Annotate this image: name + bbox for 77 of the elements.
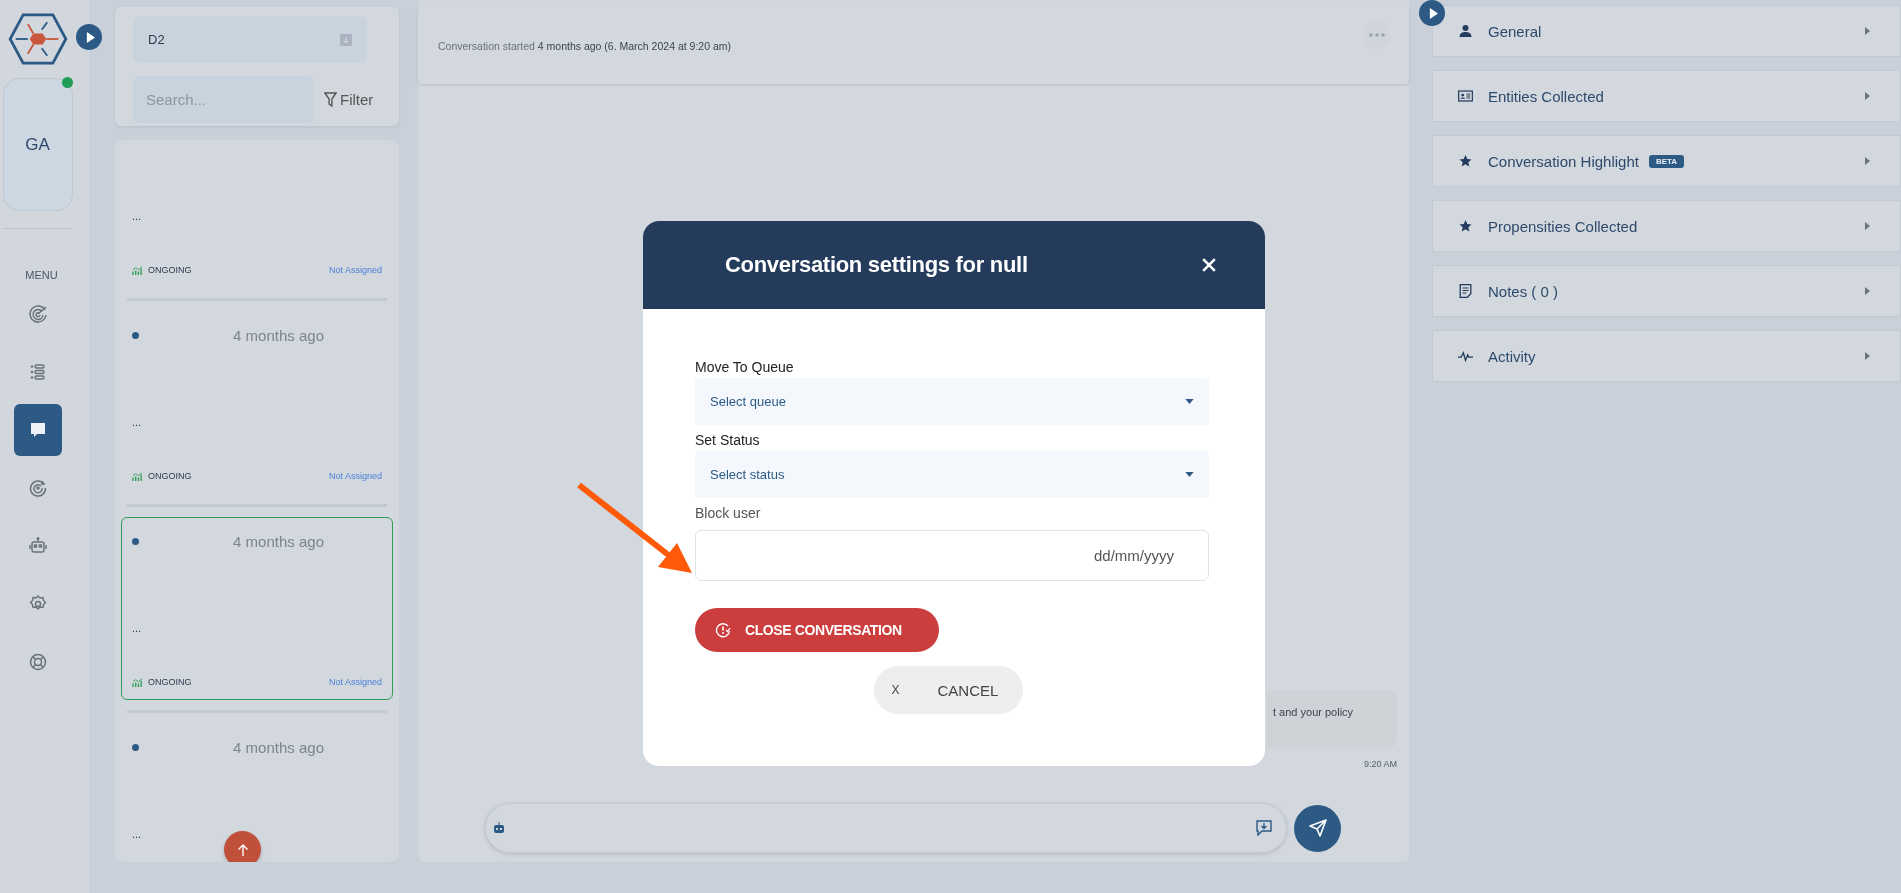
field-label: Block user	[695, 505, 762, 521]
clock-alert-icon	[715, 622, 731, 638]
send-icon	[1307, 818, 1328, 838]
conversation-time: 4 months ago	[233, 532, 324, 550]
play-icon	[1428, 7, 1438, 19]
details-section[interactable]: General	[1432, 5, 1901, 57]
play-icon	[85, 31, 95, 43]
date-field[interactable]: dd/mm/yyyy	[695, 530, 1209, 581]
field-label: Set Status	[695, 432, 761, 448]
dialog-title: Conversation settings for null	[725, 252, 1028, 278]
conversation-time: 4 months ago	[233, 326, 324, 344]
caret-icon	[1865, 27, 1870, 35]
details-section[interactable]: Notes ( 0 )	[1432, 265, 1901, 317]
avatar-card[interactable]: GA	[2, 78, 73, 211]
star-icon	[1458, 219, 1473, 233]
chart-icon	[132, 471, 143, 481]
details-section[interactable]: Entities Collected	[1432, 70, 1901, 122]
chart-icon	[132, 265, 143, 275]
notes-icon	[1458, 284, 1473, 298]
agent-dropdown[interactable]: D2	[133, 16, 367, 63]
message-input[interactable]	[485, 803, 1287, 853]
status-label: ONGOING	[148, 677, 192, 687]
message-text: t and your policy	[1273, 705, 1354, 718]
filter-icon	[324, 92, 337, 107]
download-icon	[340, 33, 352, 46]
conversation-item[interactable]: 4 months ago ...	[121, 723, 393, 862]
message-time: 9:20 AM	[1363, 759, 1397, 769]
logo-icon	[8, 13, 68, 65]
caret-icon	[1865, 287, 1870, 295]
details-section[interactable]: Propensities Collected	[1432, 200, 1901, 252]
search-field[interactable]: Search...	[133, 76, 314, 123]
status-label: ONGOING	[148, 265, 192, 275]
conversation-item[interactable]: 4 months ago ... ONGOING Not Assigned	[121, 517, 393, 700]
lifebuoy-icon	[27, 652, 48, 672]
insert-message-icon[interactable]	[1256, 820, 1272, 836]
radar-icon	[27, 304, 48, 324]
message-preview: ...	[132, 416, 142, 428]
activity-icon	[1458, 349, 1473, 363]
caret-icon	[1865, 352, 1870, 360]
more-icon	[1369, 33, 1385, 37]
expand-button[interactable]	[76, 24, 102, 50]
caret-icon	[1865, 92, 1870, 100]
filter-button[interactable]: Filter	[324, 91, 374, 108]
message-preview: ...	[132, 828, 142, 840]
nav-button[interactable]	[13, 404, 62, 456]
details-section[interactable]: Activity	[1432, 330, 1901, 382]
menu-label: MENU	[25, 269, 58, 281]
scroll-up-button[interactable]	[224, 831, 261, 862]
send-button[interactable]	[1294, 804, 1341, 852]
star-icon	[1458, 154, 1473, 168]
caret-icon	[1185, 399, 1194, 404]
select-field[interactable]: Select status	[695, 451, 1209, 498]
conversation-started-text: Conversation started 4 months ago (6. March 2024 at 9:20 am)	[438, 39, 731, 52]
beta-badge: BETA	[1648, 154, 1685, 168]
details-section[interactable]: Conversation Highlight BETA	[1432, 135, 1901, 187]
id-card-icon	[1458, 89, 1473, 103]
robot-icon	[27, 536, 48, 556]
caret-icon	[1865, 222, 1870, 230]
message-preview: ...	[132, 622, 142, 634]
select-field[interactable]: Select queue	[695, 378, 1209, 425]
conversation-time: 4 months ago	[233, 738, 324, 756]
close-conversation-button[interactable]: CLOSE CONVERSATION	[695, 608, 939, 652]
caret-icon	[1865, 157, 1870, 165]
robot-icon	[492, 821, 506, 835]
field-label: Move To Queue	[695, 359, 795, 375]
arrow-up-icon	[236, 842, 249, 857]
person-icon	[1458, 24, 1473, 38]
collapse-button[interactable]	[1419, 0, 1445, 26]
status-label: ONGOING	[148, 471, 192, 481]
conversation-item[interactable]: ... ONGOING Not Assigned	[121, 140, 393, 288]
conversation-item[interactable]: 4 months ago ... ONGOING Not Assigned	[121, 311, 393, 494]
cancel-button[interactable]: X CANCEL	[873, 666, 1023, 714]
close-icon	[1202, 258, 1216, 272]
target-icon	[27, 478, 48, 498]
chart-icon	[132, 677, 143, 687]
caret-icon	[1185, 472, 1194, 477]
message-preview: ...	[132, 210, 142, 222]
